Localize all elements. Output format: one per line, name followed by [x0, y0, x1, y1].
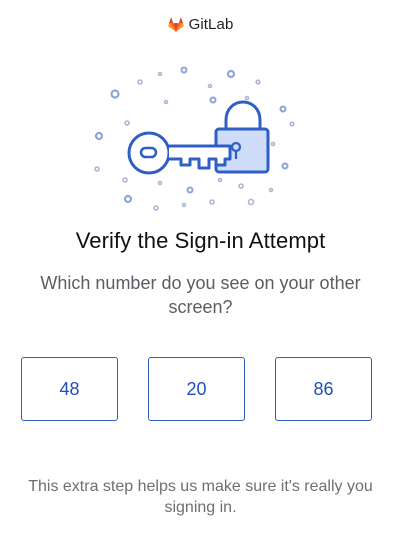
- number-choice-button[interactable]: 48: [21, 357, 118, 421]
- number-choice-button[interactable]: 20: [148, 357, 245, 421]
- number-prompt: Which number do you see on your other sc…: [40, 273, 361, 317]
- number-choice-group: 48 20 86: [21, 357, 374, 424]
- gitlab-logo-icon: [167, 17, 184, 32]
- page-title: Verify the Sign-in Attempt: [75, 228, 326, 253]
- number-choice-button[interactable]: 86: [275, 357, 372, 421]
- brand-name: GitLab: [188, 16, 234, 33]
- brand-header: GitLab: [0, 16, 401, 33]
- key-and-padlock-icon: [94, 66, 295, 211]
- security-footnote: This extra step helps us make sure it's …: [28, 478, 373, 516]
- verify-sign-in-page: GitLab Verify the Sign-in Attempt Which …: [0, 0, 401, 551]
